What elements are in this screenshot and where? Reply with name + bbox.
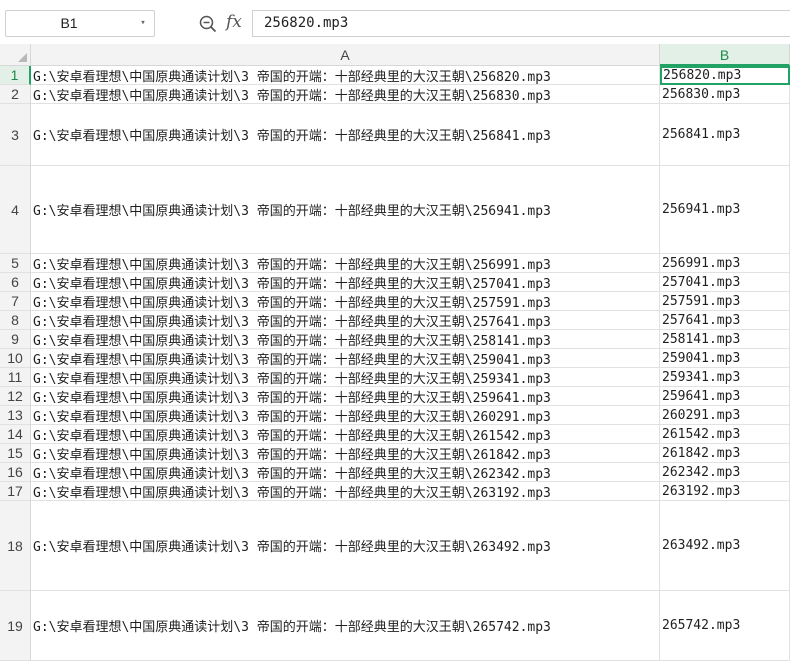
row-header[interactable]: 8: [0, 311, 31, 330]
spreadsheet-grid: A B 1 G:\安卓看理想\中国原典通读计划\3 帝国的开端：十部经典里的大汉王朝\…: [0, 44, 790, 661]
cell-a[interactable]: G:\安卓看理想\中国原典通读计划\3 帝国的开端：十部经典里的大汉王朝\256…: [31, 254, 660, 273]
cell-b[interactable]: 257041.mp3: [660, 273, 790, 292]
cell-b[interactable]: 256830.mp3: [660, 85, 790, 104]
formula-input[interactable]: 256820.mp3: [252, 10, 790, 37]
row-header[interactable]: 18: [0, 501, 31, 591]
chevron-down-icon[interactable]: ▾: [136, 15, 150, 32]
cell-b[interactable]: 256991.mp3: [660, 254, 790, 273]
select-all-corner[interactable]: [0, 44, 31, 66]
cell-b[interactable]: 259341.mp3: [660, 368, 790, 387]
cell-b[interactable]: 259041.mp3: [660, 349, 790, 368]
cell-b-selected[interactable]: 256820.mp3: [660, 66, 790, 85]
row-header[interactable]: 9: [0, 330, 31, 349]
row-header[interactable]: 19: [0, 591, 31, 661]
cell-a[interactable]: G:\安卓看理想\中国原典通读计划\3 帝国的开端：十部经典里的大汉王朝\256…: [31, 166, 660, 254]
cell-b[interactable]: 263192.mp3: [660, 482, 790, 501]
cell-b[interactable]: 261542.mp3: [660, 425, 790, 444]
cell-a[interactable]: G:\安卓看理想\中国原典通读计划\3 帝国的开端：十部经典里的大汉王朝\259…: [31, 368, 660, 387]
cell-a[interactable]: G:\安卓看理想\中国原典通读计划\3 帝国的开端：十部经典里的大汉王朝\260…: [31, 406, 660, 425]
name-box-value[interactable]: B1: [6, 11, 132, 36]
cell-b[interactable]: 256841.mp3: [660, 104, 790, 166]
name-box[interactable]: B1 ▾: [5, 10, 155, 37]
row-header[interactable]: 6: [0, 273, 31, 292]
cell-a[interactable]: G:\安卓看理想\中国原典通读计划\3 帝国的开端：十部经典里的大汉王朝\261…: [31, 425, 660, 444]
cell-a[interactable]: G:\安卓看理想\中国原典通读计划\3 帝国的开端：十部经典里的大汉王朝\259…: [31, 349, 660, 368]
row-header[interactable]: 12: [0, 387, 31, 406]
cell-a[interactable]: G:\安卓看理想\中国原典通读计划\3 帝国的开端：十部经典里的大汉王朝\256…: [31, 85, 660, 104]
row-header[interactable]: 7: [0, 292, 31, 311]
formula-value[interactable]: 256820.mp3: [264, 11, 348, 36]
row-header[interactable]: 10: [0, 349, 31, 368]
cell-a[interactable]: G:\安卓看理想\中国原典通读计划\3 帝国的开端：十部经典里的大汉王朝\256…: [31, 66, 660, 85]
cell-a[interactable]: G:\安卓看理想\中国原典通读计划\3 帝国的开端：十部经典里的大汉王朝\257…: [31, 292, 660, 311]
zoom-icon[interactable]: [199, 15, 217, 33]
row-header[interactable]: 13: [0, 406, 31, 425]
row-header[interactable]: 15: [0, 444, 31, 463]
select-all-triangle-icon: [18, 53, 27, 62]
cell-b[interactable]: 257641.mp3: [660, 311, 790, 330]
cell-a[interactable]: G:\安卓看理想\中国原典通读计划\3 帝国的开端：十部经典里的大汉王朝\259…: [31, 387, 660, 406]
cell-b[interactable]: 265742.mp3: [660, 591, 790, 661]
column-header-b[interactable]: B: [660, 44, 790, 66]
cell-a[interactable]: G:\安卓看理想\中国原典通读计划\3 帝国的开端：十部经典里的大汉王朝\262…: [31, 463, 660, 482]
cell-a[interactable]: G:\安卓看理想\中国原典通读计划\3 帝国的开端：十部经典里的大汉王朝\263…: [31, 501, 660, 591]
cell-a[interactable]: G:\安卓看理想\中国原典通读计划\3 帝国的开端：十部经典里的大汉王朝\257…: [31, 311, 660, 330]
fx-icon[interactable]: fx: [226, 12, 242, 32]
row-header[interactable]: 16: [0, 463, 31, 482]
cell-b[interactable]: 261842.mp3: [660, 444, 790, 463]
cell-b[interactable]: 259641.mp3: [660, 387, 790, 406]
cell-b[interactable]: 262342.mp3: [660, 463, 790, 482]
cell-b[interactable]: 256941.mp3: [660, 166, 790, 254]
row-header[interactable]: 14: [0, 425, 31, 444]
cell-a[interactable]: G:\安卓看理想\中国原典通读计划\3 帝国的开端：十部经典里的大汉王朝\261…: [31, 444, 660, 463]
cell-b[interactable]: 260291.mp3: [660, 406, 790, 425]
cell-a[interactable]: G:\安卓看理想\中国原典通读计划\3 帝国的开端：十部经典里的大汉王朝\263…: [31, 482, 660, 501]
cell-a[interactable]: G:\安卓看理想\中国原典通读计划\3 帝国的开端：十部经典里的大汉王朝\256…: [31, 104, 660, 166]
row-header[interactable]: 2: [0, 85, 31, 104]
row-header[interactable]: 17: [0, 482, 31, 501]
row-header[interactable]: 11: [0, 368, 31, 387]
cell-a[interactable]: G:\安卓看理想\中国原典通读计划\3 帝国的开端：十部经典里的大汉王朝\258…: [31, 330, 660, 349]
row-header[interactable]: 1: [0, 66, 31, 85]
cell-b[interactable]: 258141.mp3: [660, 330, 790, 349]
cell-b[interactable]: 257591.mp3: [660, 292, 790, 311]
cell-a[interactable]: G:\安卓看理想\中国原典通读计划\3 帝国的开端：十部经典里的大汉王朝\265…: [31, 591, 660, 661]
row-header[interactable]: 3: [0, 104, 31, 166]
cell-a[interactable]: G:\安卓看理想\中国原典通读计划\3 帝国的开端：十部经典里的大汉王朝\257…: [31, 273, 660, 292]
row-header[interactable]: 4: [0, 166, 31, 254]
row-header[interactable]: 5: [0, 254, 31, 273]
formula-bar: B1 ▾ fx 256820.mp3: [0, 0, 790, 44]
cell-b[interactable]: 263492.mp3: [660, 501, 790, 591]
column-header-a[interactable]: A: [31, 44, 660, 66]
